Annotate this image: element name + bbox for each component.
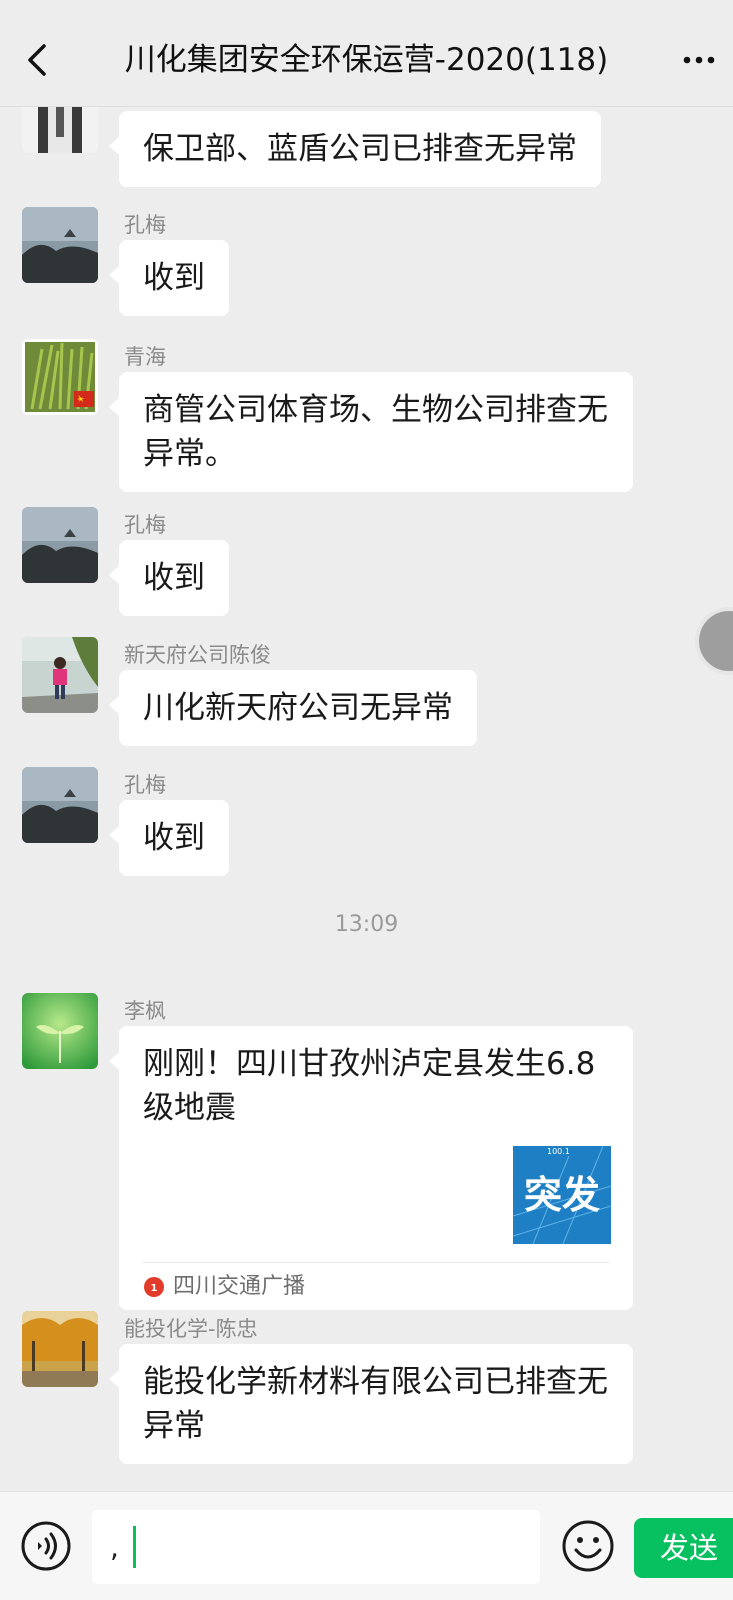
avatar[interactable] [22, 767, 98, 843]
sender-name: 能投化学-陈忠 [124, 1317, 258, 1341]
more-dots-icon [683, 56, 715, 64]
send-button[interactable]: 发送 [634, 1518, 733, 1578]
link-card[interactable]: 刚刚！四川甘孜州泸定县发生6.8级地震 100.1 突发 1 四川交通广播 [109, 1026, 633, 1310]
avatar[interactable] [22, 507, 98, 583]
sender-name: 新天府公司陈俊 [124, 643, 271, 667]
floating-handle[interactable] [695, 607, 733, 675]
link-card-source-name: 四川交通广播 [173, 1274, 306, 1299]
chevron-left-icon [28, 44, 46, 76]
emoji-icon [562, 1520, 614, 1572]
message-timestamp: 13:09 [334, 912, 399, 937]
message-bubble[interactable]: 川化新天府公司无异常 [109, 670, 477, 746]
sender-name: 孔梅 [124, 513, 166, 537]
sender-name: 青海 [124, 345, 166, 369]
voice-icon [21, 1521, 71, 1571]
sender-name: 孔梅 [124, 773, 166, 797]
more-button[interactable] [675, 48, 723, 72]
message-bubble[interactable]: 收到 [109, 540, 229, 616]
link-card-title: 刚刚！四川甘孜州泸定县发生6.8级地震 [143, 1046, 596, 1126]
sender-name: 孔梅 [124, 213, 166, 237]
radio-logo-icon: 1 [144, 1277, 164, 1297]
message-input[interactable]: , [92, 1510, 540, 1584]
chat-title: 川化集团安全环保运营-2020(118) [124, 42, 609, 78]
avatar[interactable] [22, 339, 98, 415]
link-card-thumbnail-text: 突发 [524, 1173, 600, 1217]
link-card-thumbnail: 100.1 突发 [512, 1145, 612, 1245]
avatar[interactable] [22, 993, 98, 1069]
message-bubble[interactable]: 保卫部、蓝盾公司已排查无异常 [109, 111, 601, 187]
message-bubble[interactable]: 商管公司体育场、生物公司排查无异常。 [109, 372, 633, 492]
avatar[interactable] [22, 107, 98, 153]
message-input-value: , [110, 1530, 119, 1564]
message-bubble[interactable]: 能投化学新材料有限公司已排查无异常 [109, 1344, 633, 1464]
avatar[interactable] [22, 207, 98, 283]
avatar[interactable] [22, 637, 98, 713]
sender-name: 李枫 [124, 999, 166, 1023]
message-bubble[interactable]: 收到 [109, 240, 229, 316]
emoji-button[interactable] [560, 1518, 616, 1574]
message-list[interactable]: 保卫部、蓝盾公司已排查无异常 孔梅 收到 青海 商管公司体育场、生物公司排查无异… [0, 107, 733, 1492]
divider [143, 1262, 609, 1263]
input-bar: , 发送 [0, 1491, 733, 1600]
svg-text:1: 1 [151, 1283, 158, 1294]
message-bubble[interactable]: 收到 [109, 800, 229, 876]
avatar[interactable] [22, 1311, 98, 1387]
voice-button[interactable] [20, 1520, 72, 1572]
svg-text:100.1: 100.1 [547, 1147, 570, 1156]
chat-header: 川化集团安全环保运营-2020(118) [0, 0, 733, 107]
back-button[interactable] [18, 38, 58, 82]
link-card-source: 1 四川交通广播 [143, 1272, 305, 1302]
text-cursor [132, 1526, 136, 1568]
